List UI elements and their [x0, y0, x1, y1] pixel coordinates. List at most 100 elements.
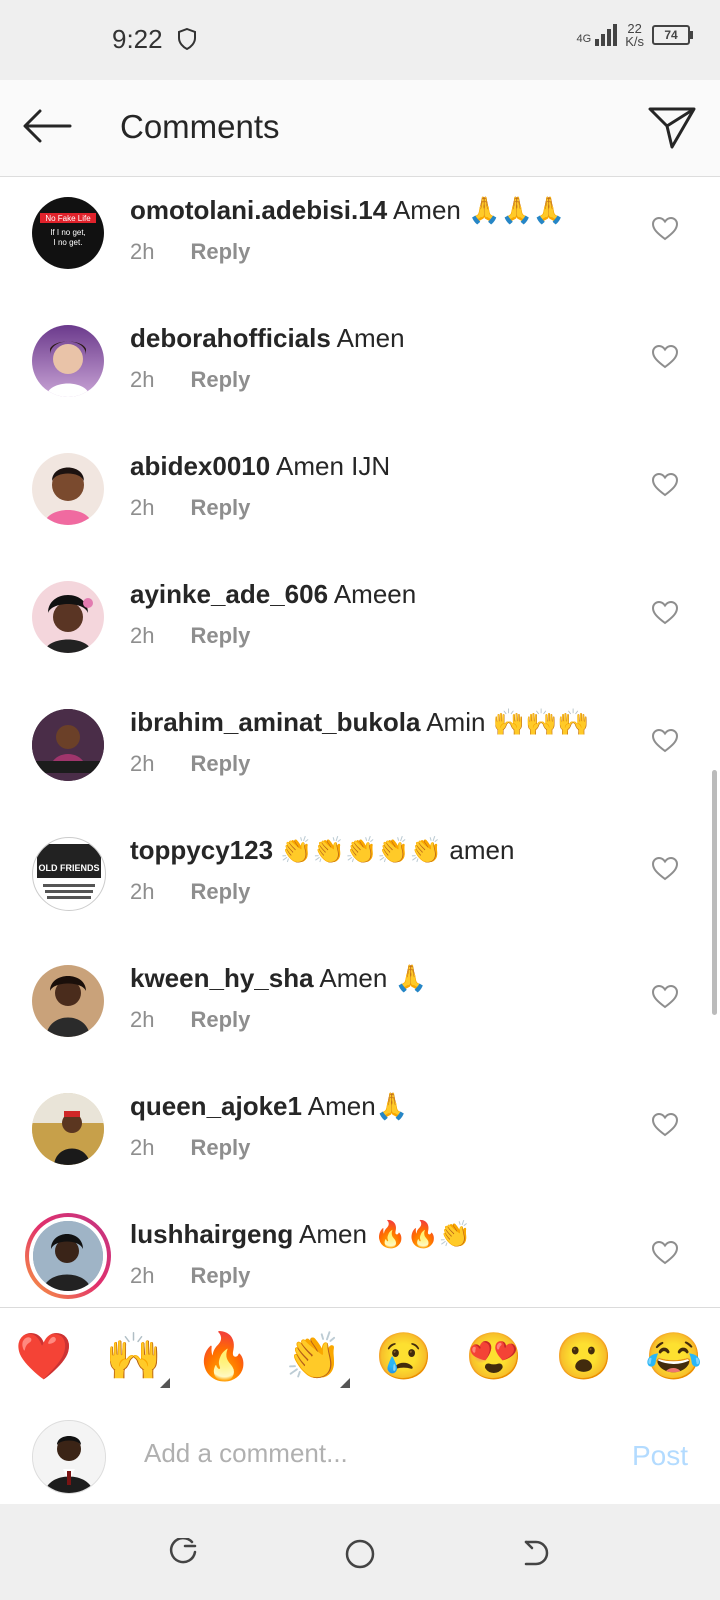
comment-body: 👏👏👏👏👏 amen	[280, 835, 515, 865]
reaction-surprised[interactable]: 😮	[554, 1326, 614, 1386]
comment-username[interactable]: toppycy123	[130, 835, 273, 865]
reply-button[interactable]: Reply	[190, 239, 250, 264]
heart-icon[interactable]	[651, 472, 679, 502]
comment-meta: 2h Reply	[130, 239, 250, 265]
comment-time: 2h	[130, 239, 155, 264]
comment-text: omotolani.adebisi.14 Amen 🙏🙏🙏	[130, 195, 565, 226]
comment-input[interactable]: Add a comment...	[144, 1438, 348, 1469]
heart-icon[interactable]	[651, 1240, 679, 1270]
comment-meta: 2h Reply	[130, 1135, 250, 1161]
comment-text: ayinke_ade_606 Ameen	[130, 579, 416, 610]
network-type: 4G	[576, 33, 592, 45]
avatar[interactable]: No Fake Life If I no get, I no get.	[32, 197, 104, 269]
avatar[interactable]	[32, 1093, 104, 1165]
comment-text: abidex0010 Amen IJN	[130, 451, 390, 482]
comment-username[interactable]: kween_hy_sha	[130, 963, 314, 993]
home-icon[interactable]	[344, 1538, 376, 1575]
system-nav-bar	[0, 1504, 720, 1600]
reply-button[interactable]: Reply	[190, 879, 250, 904]
comment-username[interactable]: ayinke_ade_606	[130, 579, 328, 609]
reaction-crying[interactable]: 😢	[374, 1326, 434, 1386]
reply-button[interactable]: Reply	[190, 1135, 250, 1160]
heart-icon[interactable]	[651, 856, 679, 886]
avatar-old-friends-text: OLD FRIENDS	[38, 863, 99, 873]
reaction-heart[interactable]: ❤️	[14, 1326, 74, 1386]
reaction-laughing[interactable]: 😂	[644, 1326, 704, 1386]
scrollbar[interactable]	[712, 770, 717, 1015]
comment-row: queen_ajoke1 Amen🙏 2h Reply	[0, 1073, 720, 1201]
comment-meta: 2h Reply	[130, 367, 250, 393]
avatar[interactable]	[32, 581, 104, 653]
comment-text: toppycy123 👏👏👏👏👏 amen	[130, 835, 514, 866]
heart-icon[interactable]	[651, 728, 679, 758]
comment-meta: 2h Reply	[130, 751, 250, 777]
comment-meta: 2h Reply	[130, 1007, 250, 1033]
send-icon[interactable]	[648, 106, 696, 155]
comment-row: ibrahim_aminat_bukola Amin 🙌🙌🙌 2h Reply	[0, 689, 720, 817]
comment-body: Amen 🙏🙏🙏	[392, 195, 566, 225]
page-title: Comments	[120, 108, 280, 145]
comment-body: Ameen	[333, 579, 417, 609]
comment-username[interactable]: lushhairgeng	[130, 1219, 293, 1249]
comment-text: lushhairgeng Amen 🔥🔥👏	[130, 1219, 471, 1250]
comment-text: deborahofficials Amen	[130, 323, 405, 354]
heart-icon[interactable]	[651, 216, 679, 246]
back-icon[interactable]	[522, 1538, 552, 1573]
reply-button[interactable]: Reply	[190, 623, 250, 648]
reply-button[interactable]: Reply	[190, 1007, 250, 1032]
comment-body: Amen🙏	[307, 1091, 409, 1121]
comment-body: Amen IJN	[276, 451, 391, 481]
comment-time: 2h	[130, 367, 155, 392]
comment-username[interactable]: queen_ajoke1	[130, 1091, 302, 1121]
comment-meta: 2h Reply	[130, 879, 250, 905]
comment-username[interactable]: abidex0010	[130, 451, 270, 481]
reply-button[interactable]: Reply	[190, 751, 250, 776]
comment-body: Amin 🙌🙌🙌	[426, 707, 590, 737]
current-user-avatar	[32, 1420, 106, 1494]
comments-header: Comments	[0, 80, 720, 177]
comment-meta: 2h Reply	[130, 495, 250, 521]
avatar[interactable]: OLD FRIENDS	[32, 837, 106, 911]
skin-tone-indicator-icon	[340, 1378, 350, 1388]
recents-icon[interactable]	[168, 1536, 198, 1573]
reaction-clap[interactable]: 👏	[284, 1326, 344, 1386]
avatar[interactable]	[32, 965, 104, 1037]
avatar-with-story-ring[interactable]	[25, 1213, 111, 1299]
avatar-line-1: If I no get,	[50, 228, 86, 237]
heart-icon[interactable]	[651, 1112, 679, 1142]
avatar[interactable]	[32, 325, 104, 397]
comment-time: 2h	[130, 495, 155, 520]
reply-button[interactable]: Reply	[190, 495, 250, 520]
avatar-line-2: I no get.	[54, 238, 83, 247]
comment-row: deborahofficials Amen 2h Reply	[0, 305, 720, 433]
back-arrow-icon[interactable]	[22, 108, 72, 149]
quick-reactions-bar: ❤️ 🙌 🔥 👏 😢 😍 😮 😂	[0, 1307, 720, 1405]
reply-button[interactable]: Reply	[190, 1263, 250, 1288]
comment-time: 2h	[130, 1007, 155, 1032]
heart-icon[interactable]	[651, 600, 679, 630]
post-button[interactable]: Post	[632, 1440, 688, 1472]
heart-icon[interactable]	[651, 984, 679, 1014]
comment-row: OLD FRIENDS toppycy123 👏👏👏👏👏 amen 2h Repl…	[0, 817, 720, 945]
reaction-raised-hands[interactable]: 🙌	[104, 1326, 164, 1386]
comment-row: lushhairgeng Amen 🔥🔥👏 2h Reply	[0, 1201, 720, 1307]
comment-username[interactable]: ibrahim_aminat_bukola	[130, 707, 420, 737]
comment-row: abidex0010 Amen IJN 2h Reply	[0, 433, 720, 561]
comment-row: No Fake Life If I no get, I no get. omot…	[0, 177, 720, 305]
comment-row: ayinke_ade_606 Ameen 2h Reply	[0, 561, 720, 689]
comment-time: 2h	[130, 623, 155, 648]
avatar[interactable]	[32, 709, 104, 781]
comment-text: ibrahim_aminat_bukola Amin 🙌🙌🙌	[130, 707, 590, 738]
comment-username[interactable]: deborahofficials	[130, 323, 331, 353]
reaction-fire[interactable]: 🔥	[194, 1326, 254, 1386]
reply-button[interactable]: Reply	[190, 367, 250, 392]
avatar[interactable]	[32, 453, 104, 525]
reaction-heart-eyes[interactable]: 😍	[464, 1326, 524, 1386]
heart-icon[interactable]	[651, 344, 679, 374]
comments-list[interactable]: No Fake Life If I no get, I no get. omot…	[0, 177, 720, 1307]
comment-row: kween_hy_sha Amen 🙏 2h Reply	[0, 945, 720, 1073]
comment-username[interactable]: omotolani.adebisi.14	[130, 195, 387, 225]
comment-time: 2h	[130, 879, 155, 904]
speed-unit: K/s	[625, 34, 644, 49]
skin-tone-indicator-icon	[160, 1378, 170, 1388]
